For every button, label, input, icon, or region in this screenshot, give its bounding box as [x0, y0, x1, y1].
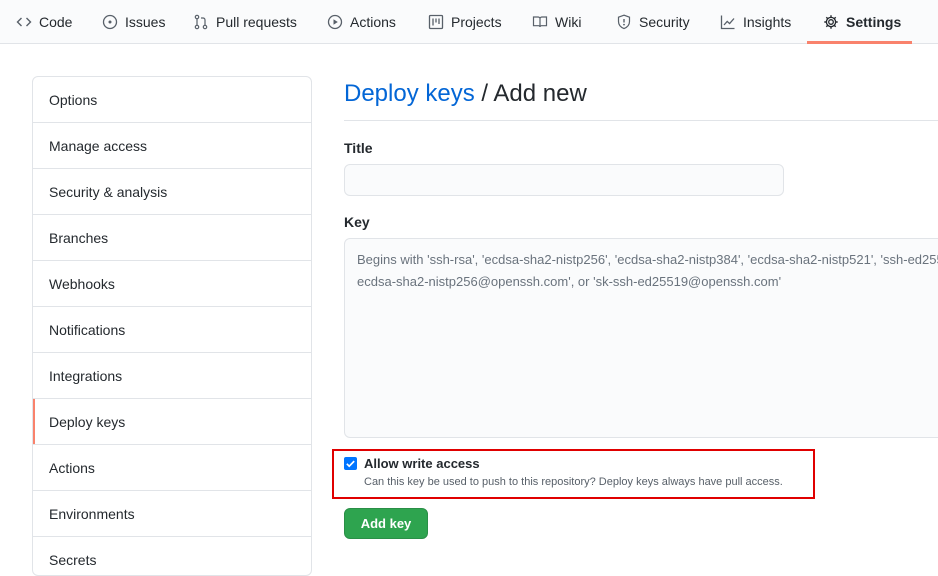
- settings-sidebar: Options Manage access Security & analysi…: [32, 76, 312, 576]
- sidebar-item-label: Manage access: [49, 137, 148, 154]
- gear-icon: [823, 14, 839, 30]
- key-placeholder: Begins with 'ssh-rsa', 'ecdsa-sha2-nistp…: [357, 252, 938, 289]
- tab-label: Pull requests: [216, 14, 297, 30]
- sidebar-item-label: Actions: [49, 459, 95, 476]
- page-title: Deploy keys / Add new: [344, 80, 587, 108]
- tab-label: Projects: [451, 14, 502, 30]
- sidebar-item-integrations[interactable]: Integrations: [33, 353, 311, 399]
- tab-label: Insights: [743, 14, 792, 30]
- tab-pull-requests[interactable]: Pull requests: [193, 0, 297, 44]
- selected-tab-indicator: [807, 41, 912, 44]
- title-input[interactable]: [344, 164, 784, 196]
- book-icon: [532, 14, 548, 30]
- title-label: Title: [344, 140, 373, 156]
- code-icon: [16, 14, 32, 30]
- tab-insights[interactable]: Insights: [720, 0, 791, 44]
- tab-label: Actions: [350, 14, 396, 30]
- shield-icon: [616, 14, 632, 30]
- tab-label: Issues: [125, 14, 166, 30]
- tab-label: Code: [39, 14, 73, 30]
- tab-projects[interactable]: Projects: [428, 0, 502, 44]
- pull-request-icon: [193, 14, 209, 30]
- play-icon: [327, 14, 343, 30]
- deploy-keys-link[interactable]: Deploy keys: [344, 80, 475, 107]
- sidebar-item-label: Environments: [49, 505, 135, 522]
- sidebar-item-label: Secrets: [49, 551, 97, 568]
- write-access-note: Can this key be used to push to this rep…: [364, 476, 783, 488]
- tab-code[interactable]: Code: [16, 0, 72, 44]
- sidebar-item-branches[interactable]: Branches: [33, 215, 311, 261]
- sidebar-item-label: Webhooks: [49, 275, 115, 292]
- sidebar-item-environments[interactable]: Environments: [33, 491, 311, 537]
- write-access-label[interactable]: Allow write access: [364, 456, 480, 471]
- sidebar-item-security-analysis[interactable]: Security & analysis: [33, 169, 311, 215]
- tab-label: Security: [639, 14, 690, 30]
- sidebar-item-label: Branches: [49, 229, 109, 246]
- sidebar-item-secrets[interactable]: Secrets: [33, 537, 311, 575]
- sidebar-item-label: Security & analysis: [49, 183, 168, 200]
- tab-security[interactable]: Security: [616, 0, 690, 44]
- sidebar-item-manage-access[interactable]: Manage access: [33, 123, 311, 169]
- sidebar-item-notifications[interactable]: Notifications: [33, 307, 311, 353]
- key-textarea[interactable]: Begins with 'ssh-rsa', 'ecdsa-sha2-nistp…: [344, 238, 938, 438]
- tab-actions[interactable]: Actions: [327, 0, 396, 44]
- checkmark-icon: [346, 460, 355, 468]
- sidebar-item-options[interactable]: Options: [33, 77, 311, 123]
- tab-wiki[interactable]: Wiki: [532, 0, 581, 44]
- sidebar-item-actions[interactable]: Actions: [33, 445, 311, 491]
- tab-settings[interactable]: Settings: [823, 0, 901, 44]
- sidebar-item-label: Integrations: [49, 367, 123, 384]
- issue-icon: [102, 14, 118, 30]
- sidebar-item-label: Deploy keys: [49, 413, 126, 430]
- repo-nav: Code Issues Pull requests Actions Projec…: [0, 0, 938, 44]
- sidebar-item-deploy-keys[interactable]: Deploy keys: [33, 399, 311, 445]
- title-divider: [344, 120, 938, 121]
- sidebar-item-webhooks[interactable]: Webhooks: [33, 261, 311, 307]
- tab-label: Settings: [846, 14, 902, 30]
- project-icon: [428, 14, 444, 30]
- add-key-button[interactable]: Add key: [344, 508, 428, 539]
- page-title-suffix: / Add new: [474, 80, 587, 107]
- tab-label: Wiki: [555, 14, 582, 30]
- sidebar-item-label: Notifications: [49, 321, 126, 338]
- tab-issues[interactable]: Issues: [102, 0, 165, 44]
- sidebar-item-label: Options: [49, 91, 98, 108]
- graph-icon: [720, 14, 736, 30]
- write-access-checkbox[interactable]: [344, 457, 357, 470]
- key-label: Key: [344, 214, 370, 230]
